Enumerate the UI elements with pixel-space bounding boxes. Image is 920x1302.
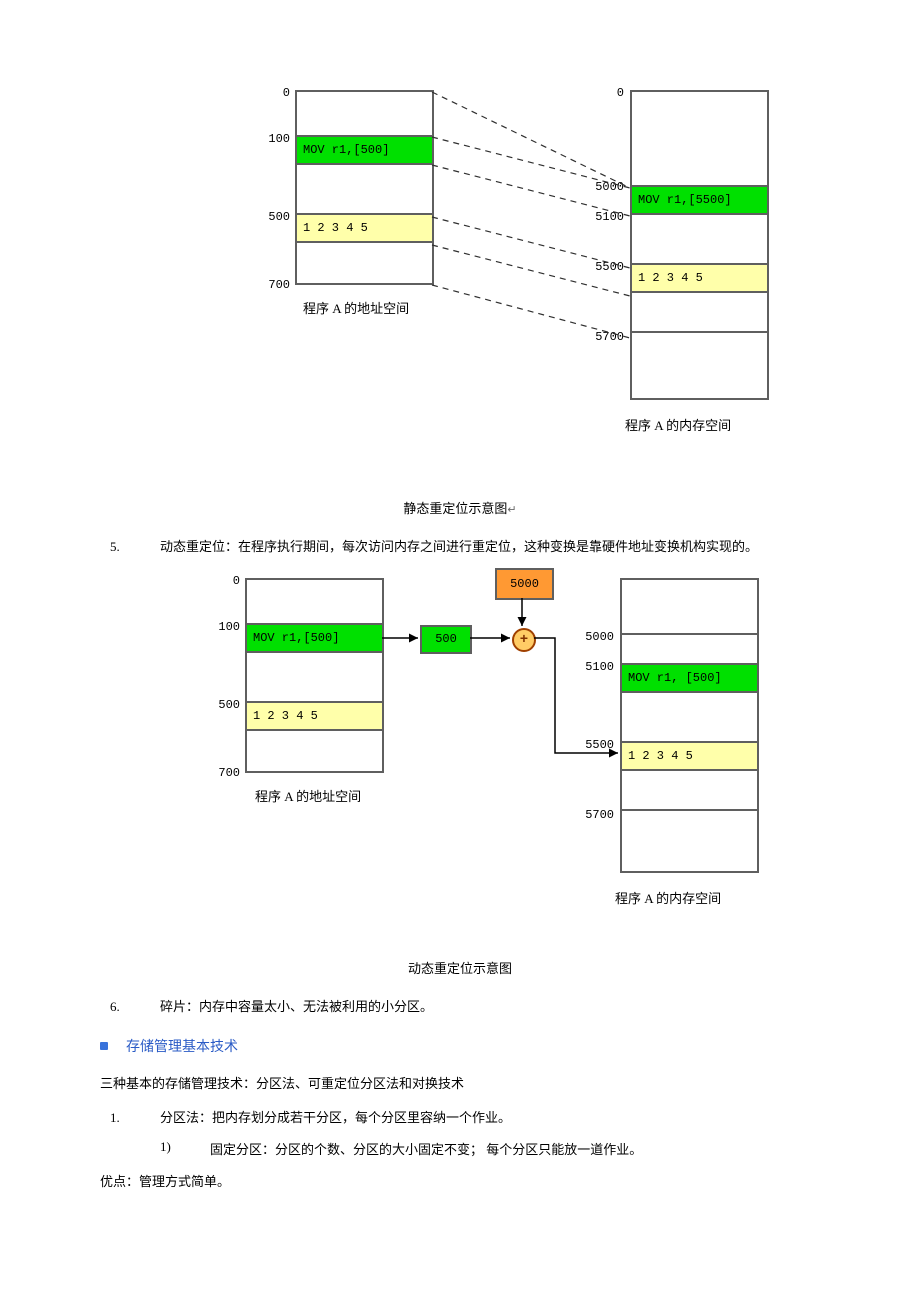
tick-label: 500 [200, 698, 240, 712]
figure-caption-1: 静态重定位示意图↵ [100, 498, 820, 517]
tick-label: 5000 [584, 180, 624, 194]
list-number: 6. [100, 997, 160, 1018]
right-memory-column-dyn: MOV r1, [500] 1 2 3 4 5 [620, 578, 759, 873]
tick-label: 5500 [584, 260, 624, 274]
tick-label: 5100 [574, 660, 614, 674]
adder-icon: + [512, 628, 536, 652]
tick-label: 700 [250, 278, 290, 292]
addr-box: 500 [420, 625, 472, 654]
tick-label: 5700 [584, 330, 624, 344]
right-data-cell: 1 2 3 4 5 [632, 265, 767, 293]
list-item-6: 6. 碎片：内存中容量太小、无法被利用的小分区。 [100, 997, 820, 1018]
left-mov-cell: MOV r1,[500] [297, 137, 432, 165]
intro-paragraph: 三种基本的存储管理技术：分区法、可重定位分区法和对换技术 [100, 1074, 820, 1095]
left-mov-cell-dyn: MOV r1,[500] [247, 625, 382, 653]
list-item-5: 5. 动态重定位：在程序执行期间，每次访问内存之间进行重定位，这种变换是靠硬件地… [100, 537, 820, 558]
left-col-caption-dyn: 程序 A 的地址空间 [255, 786, 361, 805]
bullet-icon [100, 1042, 108, 1050]
left-memory-column: MOV r1,[500] 1 2 3 4 5 [295, 90, 434, 285]
list-number: 5. [100, 537, 160, 558]
static-relocation-diagram: MOV r1,[500] 1 2 3 4 5 0 100 500 700 程序 … [160, 80, 820, 490]
tick-label: 5500 [574, 738, 614, 752]
right-mov-cell: MOV r1,[5500] [632, 187, 767, 215]
tick-label: 0 [584, 86, 624, 100]
base-register-box: 5000 [495, 568, 554, 600]
list-item-part1: 1. 分区法：把内存划分成若干分区，每个分区里容纳一个作业。 [100, 1108, 820, 1129]
tick-label: 5000 [574, 630, 614, 644]
right-data-cell-dyn: 1 2 3 4 5 [622, 743, 757, 771]
figure-caption-2: 动态重定位示意图 [100, 958, 820, 977]
tick-label: 100 [200, 620, 240, 634]
sublist-item-1: 1) 固定分区：分区的个数、分区的大小固定不变； 每个分区只能放一道作业。 [150, 1139, 820, 1158]
tick-label: 700 [200, 766, 240, 780]
sublist-body: 固定分区：分区的个数、分区的大小固定不变； 每个分区只能放一道作业。 [210, 1139, 820, 1158]
list-number: 1. [100, 1108, 160, 1129]
left-col-caption: 程序 A 的地址空间 [303, 298, 409, 317]
sublist-number: 1) [150, 1139, 210, 1158]
list-body: 分区法：把内存划分成若干分区，每个分区里容纳一个作业。 [160, 1108, 820, 1129]
tick-label: 100 [250, 132, 290, 146]
list-body: 碎片：内存中容量太小、无法被利用的小分区。 [160, 997, 820, 1018]
right-col-caption-dyn: 程序 A 的内存空间 [615, 888, 721, 907]
advantage-paragraph: 优点：管理方式简单。 [100, 1172, 820, 1193]
section-bullet: 存储管理基本技术 [100, 1036, 820, 1056]
tick-label: 0 [200, 574, 240, 588]
right-mov-cell-dyn: MOV r1, [500] [622, 665, 757, 693]
tick-label: 5100 [584, 210, 624, 224]
dynamic-relocation-diagram: MOV r1,[500] 1 2 3 4 5 0 100 500 700 程序 … [160, 568, 820, 948]
left-memory-column-dyn: MOV r1,[500] 1 2 3 4 5 [245, 578, 384, 773]
left-data-cell: 1 2 3 4 5 [297, 215, 432, 243]
right-memory-column: MOV r1,[5500] 1 2 3 4 5 [630, 90, 769, 400]
list-body: 动态重定位：在程序执行期间，每次访问内存之间进行重定位，这种变换是靠硬件地址变换… [160, 537, 820, 558]
right-col-caption: 程序 A 的内存空间 [625, 415, 731, 434]
tick-label: 5700 [574, 808, 614, 822]
left-data-cell-dyn: 1 2 3 4 5 [247, 703, 382, 731]
tick-label: 0 [250, 86, 290, 100]
tick-label: 500 [250, 210, 290, 224]
section-title: 存储管理基本技术 [126, 1036, 238, 1056]
